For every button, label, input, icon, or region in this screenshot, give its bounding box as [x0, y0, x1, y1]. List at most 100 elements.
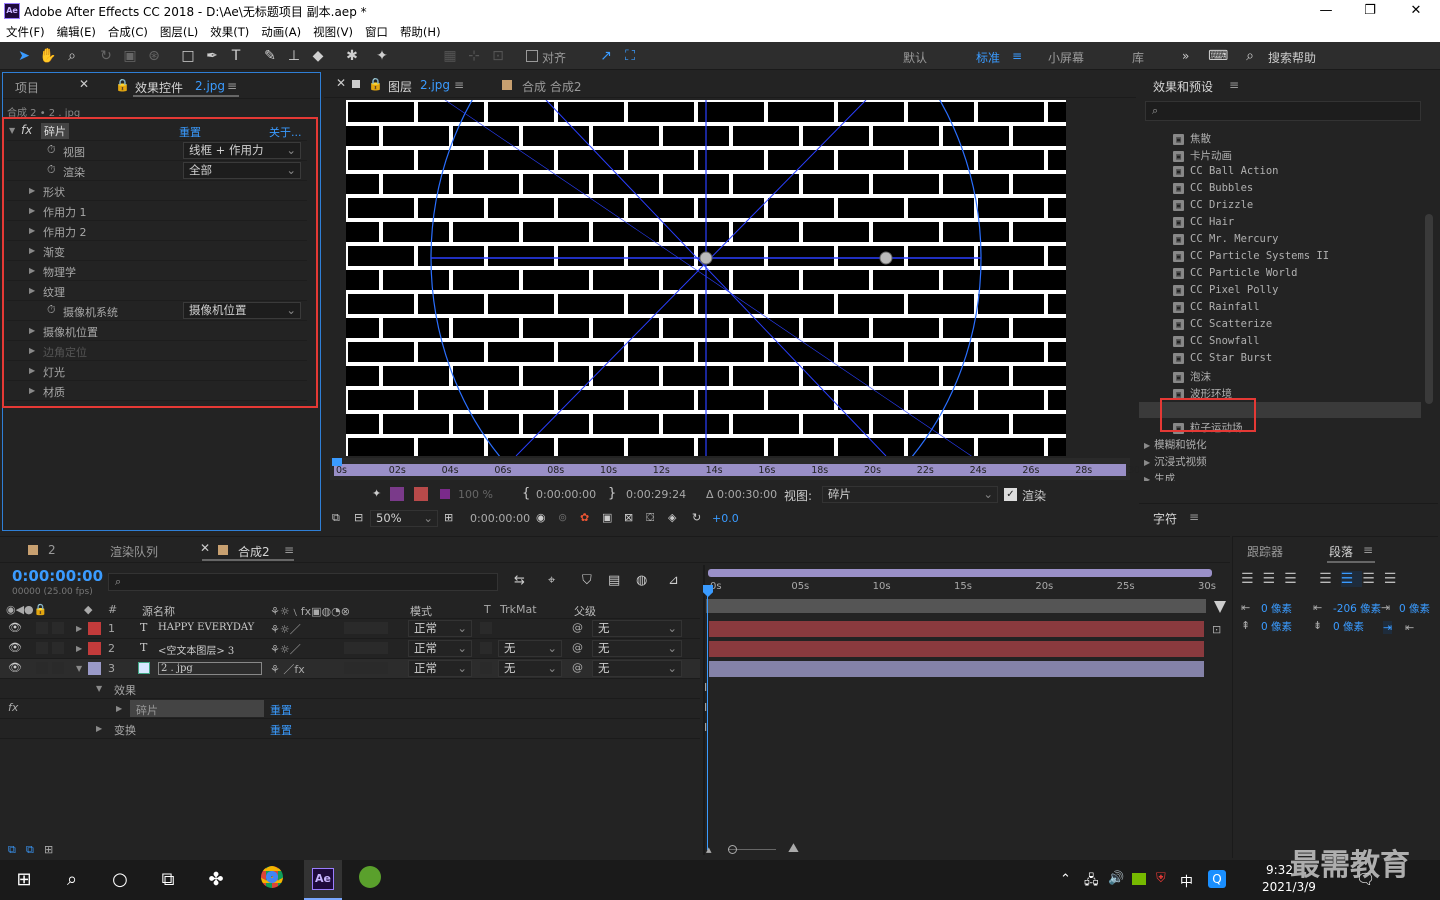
minimize-button[interactable]: — [1306, 2, 1346, 20]
close-tab-icon[interactable]: ✕ [79, 77, 89, 91]
timeline-timecode[interactable]: 0:00:00:00 [12, 567, 103, 585]
effect-preset-item[interactable]: ▣ 泡沫 [1173, 369, 1433, 386]
label-color-swatch[interactable] [88, 662, 101, 675]
align-buttons[interactable]: ☰☰☰ ☰☰☰☰ [1241, 571, 1405, 587]
eraser-tool-icon[interactable]: ◆ [308, 46, 328, 66]
pen-tool-icon[interactable]: ✒ [202, 46, 222, 66]
snapping-checkbox[interactable] [526, 50, 538, 62]
layer-tab-target[interactable]: 2.jpg [420, 78, 450, 92]
effect-category[interactable]: ▶ 模糊和锐化 [1144, 437, 1207, 454]
parent-pickwhip-icon[interactable]: @ [572, 641, 583, 654]
clone-stamp-tool-icon[interactable]: ⊥ [284, 46, 304, 66]
search-icon[interactable]: ⌕ [1240, 46, 1260, 66]
motion-blur-icon[interactable]: ◍ [636, 573, 647, 588]
tab-paragraph[interactable]: 段落 [1329, 543, 1353, 560]
menu-view[interactable]: 视图(V) [313, 24, 353, 40]
effect-preset-item[interactable]: ▣ CC Particle Systems II [1173, 250, 1433, 267]
layer-switches-icons[interactable]: ⚘ ／fx [270, 661, 305, 677]
in-point-bracket-icon[interactable]: { [522, 486, 530, 501]
tab-render-queue[interactable]: 渲染队列 [110, 543, 158, 560]
blend-mode-dropdown[interactable]: 正常 ⌄ [408, 660, 472, 677]
layer-switch-boxes[interactable] [344, 662, 388, 674]
ltr-direction-icon[interactable]: ⇥ [1383, 621, 1393, 634]
effect-category[interactable]: ▶ 沉浸式视频 [1144, 454, 1207, 471]
flowchart-icon[interactable]: ◈ [668, 511, 676, 524]
label-icon[interactable]: ◆ [84, 603, 92, 616]
region-of-interest-icon[interactable]: ▣ [602, 511, 612, 524]
layer-switches-icons[interactable]: ⚘☼／ [270, 621, 301, 637]
windows-start-icon[interactable]: ⊞ [8, 866, 40, 894]
effects-presets-title[interactable]: 效果和预设 [1153, 78, 1213, 95]
expand-triangle-icon[interactable]: ▶ [76, 644, 82, 653]
space-before-value[interactable]: 0 像素 [1261, 619, 1292, 634]
effect-preset-item[interactable]: ▣ CC Pixel Polly [1173, 284, 1433, 301]
workspace-menu-icon[interactable]: ≡ [1012, 49, 1022, 63]
sync-settings-icon[interactable]: ⌨ [1208, 46, 1228, 66]
panel-menu-icon[interactable]: ≡ [1189, 510, 1199, 524]
collapse-triangle-icon[interactable]: ▼ [76, 664, 82, 673]
color-swatch[interactable] [440, 489, 450, 499]
reset-exposure-icon[interactable]: ↻ [692, 511, 701, 524]
search-help-field[interactable]: 搜索帮助 [1268, 49, 1316, 66]
panel-menu-icon[interactable]: ≡ [1363, 543, 1373, 557]
effect-preset-item[interactable]: ▣ CC Particle World [1173, 267, 1433, 284]
time-navigator-bar[interactable] [708, 569, 1212, 577]
mask-visibility-icon[interactable]: ⛋ [646, 511, 654, 525]
volume-icon[interactable]: 🔊 [1108, 871, 1124, 886]
tab-project[interactable]: 项目 [15, 79, 39, 96]
effect-preset-item[interactable]: ▣ CC Rainfall [1173, 301, 1433, 318]
text-tool-icon[interactable]: T [226, 46, 246, 66]
preserve-transparency-toggle[interactable] [480, 642, 492, 654]
show-snapshot-icon[interactable]: ⊚ [558, 511, 567, 524]
layer-switches-icons[interactable]: ⚘☼／ [270, 641, 301, 657]
effect-preset-item[interactable]: ▣ CC Drizzle [1173, 199, 1433, 216]
transparency-grid-icon[interactable]: ⊠ [624, 511, 633, 524]
snapshot-camera-icon[interactable]: ◉ [536, 511, 546, 524]
fit-icon[interactable]: ⊞ [444, 511, 453, 524]
fx-icon[interactable]: fx [8, 701, 18, 714]
work-area-end-marker[interactable] [1214, 601, 1226, 613]
effect-preset-item[interactable]: ▣ CC Star Burst [1173, 352, 1433, 369]
after-effects-task-button[interactable]: Ae [304, 860, 342, 900]
effect-preset-item[interactable]: ▣ CC Ball Action [1173, 165, 1433, 182]
expand-triangle-icon[interactable]: ▶ [96, 724, 102, 733]
parent-pickwhip-icon[interactable]: @ [572, 621, 583, 634]
effect-controls-target[interactable]: 2.jpg [195, 79, 225, 93]
trkmat-dropdown[interactable]: 无 ⌄ [498, 660, 562, 677]
audio-toggle[interactable] [36, 662, 48, 674]
effect-preset-item[interactable]: ▣ 卡片动画 [1173, 148, 1433, 165]
panel-menu-icon[interactable]: ≡ [227, 79, 237, 93]
snap-edges-icon[interactable]: ↗ [596, 46, 616, 66]
solo-toggle[interactable] [52, 622, 64, 634]
current-time[interactable]: 0:00:00:00 [470, 512, 530, 525]
tab-effect-controls[interactable]: 效果控件 [135, 79, 183, 96]
panel-menu-icon[interactable]: ≡ [454, 78, 464, 92]
more-workspaces-button[interactable]: » [1182, 49, 1189, 63]
transform-reset-button[interactable]: 重置 [270, 722, 292, 738]
label-color-swatch[interactable] [88, 642, 101, 655]
tab-layer[interactable]: 图层 [388, 78, 412, 95]
preserve-transparency-toggle[interactable] [480, 662, 492, 674]
expand-triangle-icon[interactable]: ▶ [116, 704, 122, 713]
visibility-eye-icon[interactable]: 👁 [8, 621, 22, 634]
layer-switch-boxes[interactable] [344, 642, 388, 654]
trkmat-dropdown[interactable]: 无 ⌄ [498, 640, 562, 657]
exposure-value[interactable]: +0.0 [712, 512, 739, 525]
shy-layers-icon[interactable]: ⛉ [582, 573, 592, 588]
menu-layer[interactable]: 图层(L) [160, 24, 198, 40]
in-out-icon[interactable]: ⊞ [44, 843, 53, 856]
render-checkbox[interactable]: ✓ [1004, 488, 1017, 501]
rtl-direction-icon[interactable]: ⇤ [1405, 621, 1414, 634]
effect-preset-item[interactable]: ▣ CC Scatterize [1173, 318, 1433, 335]
collapse-triangle-icon[interactable]: ▼ [96, 684, 102, 693]
zoom-slider-thumb[interactable] [728, 845, 737, 854]
axis-view-icon[interactable]: ⊡ [488, 46, 508, 66]
table-row[interactable]: 👁 ▶ 1 T HAPPY EVERYDAY ⚘☼／ 正常 ⌄ @ 无 ⌄ [0, 619, 700, 639]
parent-dropdown[interactable]: 无 ⌄ [592, 660, 682, 677]
menu-help[interactable]: 帮助(H) [400, 24, 441, 40]
search-icon[interactable]: ⌕ [56, 866, 88, 894]
nvidia-icon[interactable] [1132, 873, 1146, 885]
force1-handle[interactable] [699, 251, 713, 265]
toggle-icon-a[interactable] [390, 487, 404, 501]
close-button[interactable]: ✕ [1396, 2, 1436, 20]
